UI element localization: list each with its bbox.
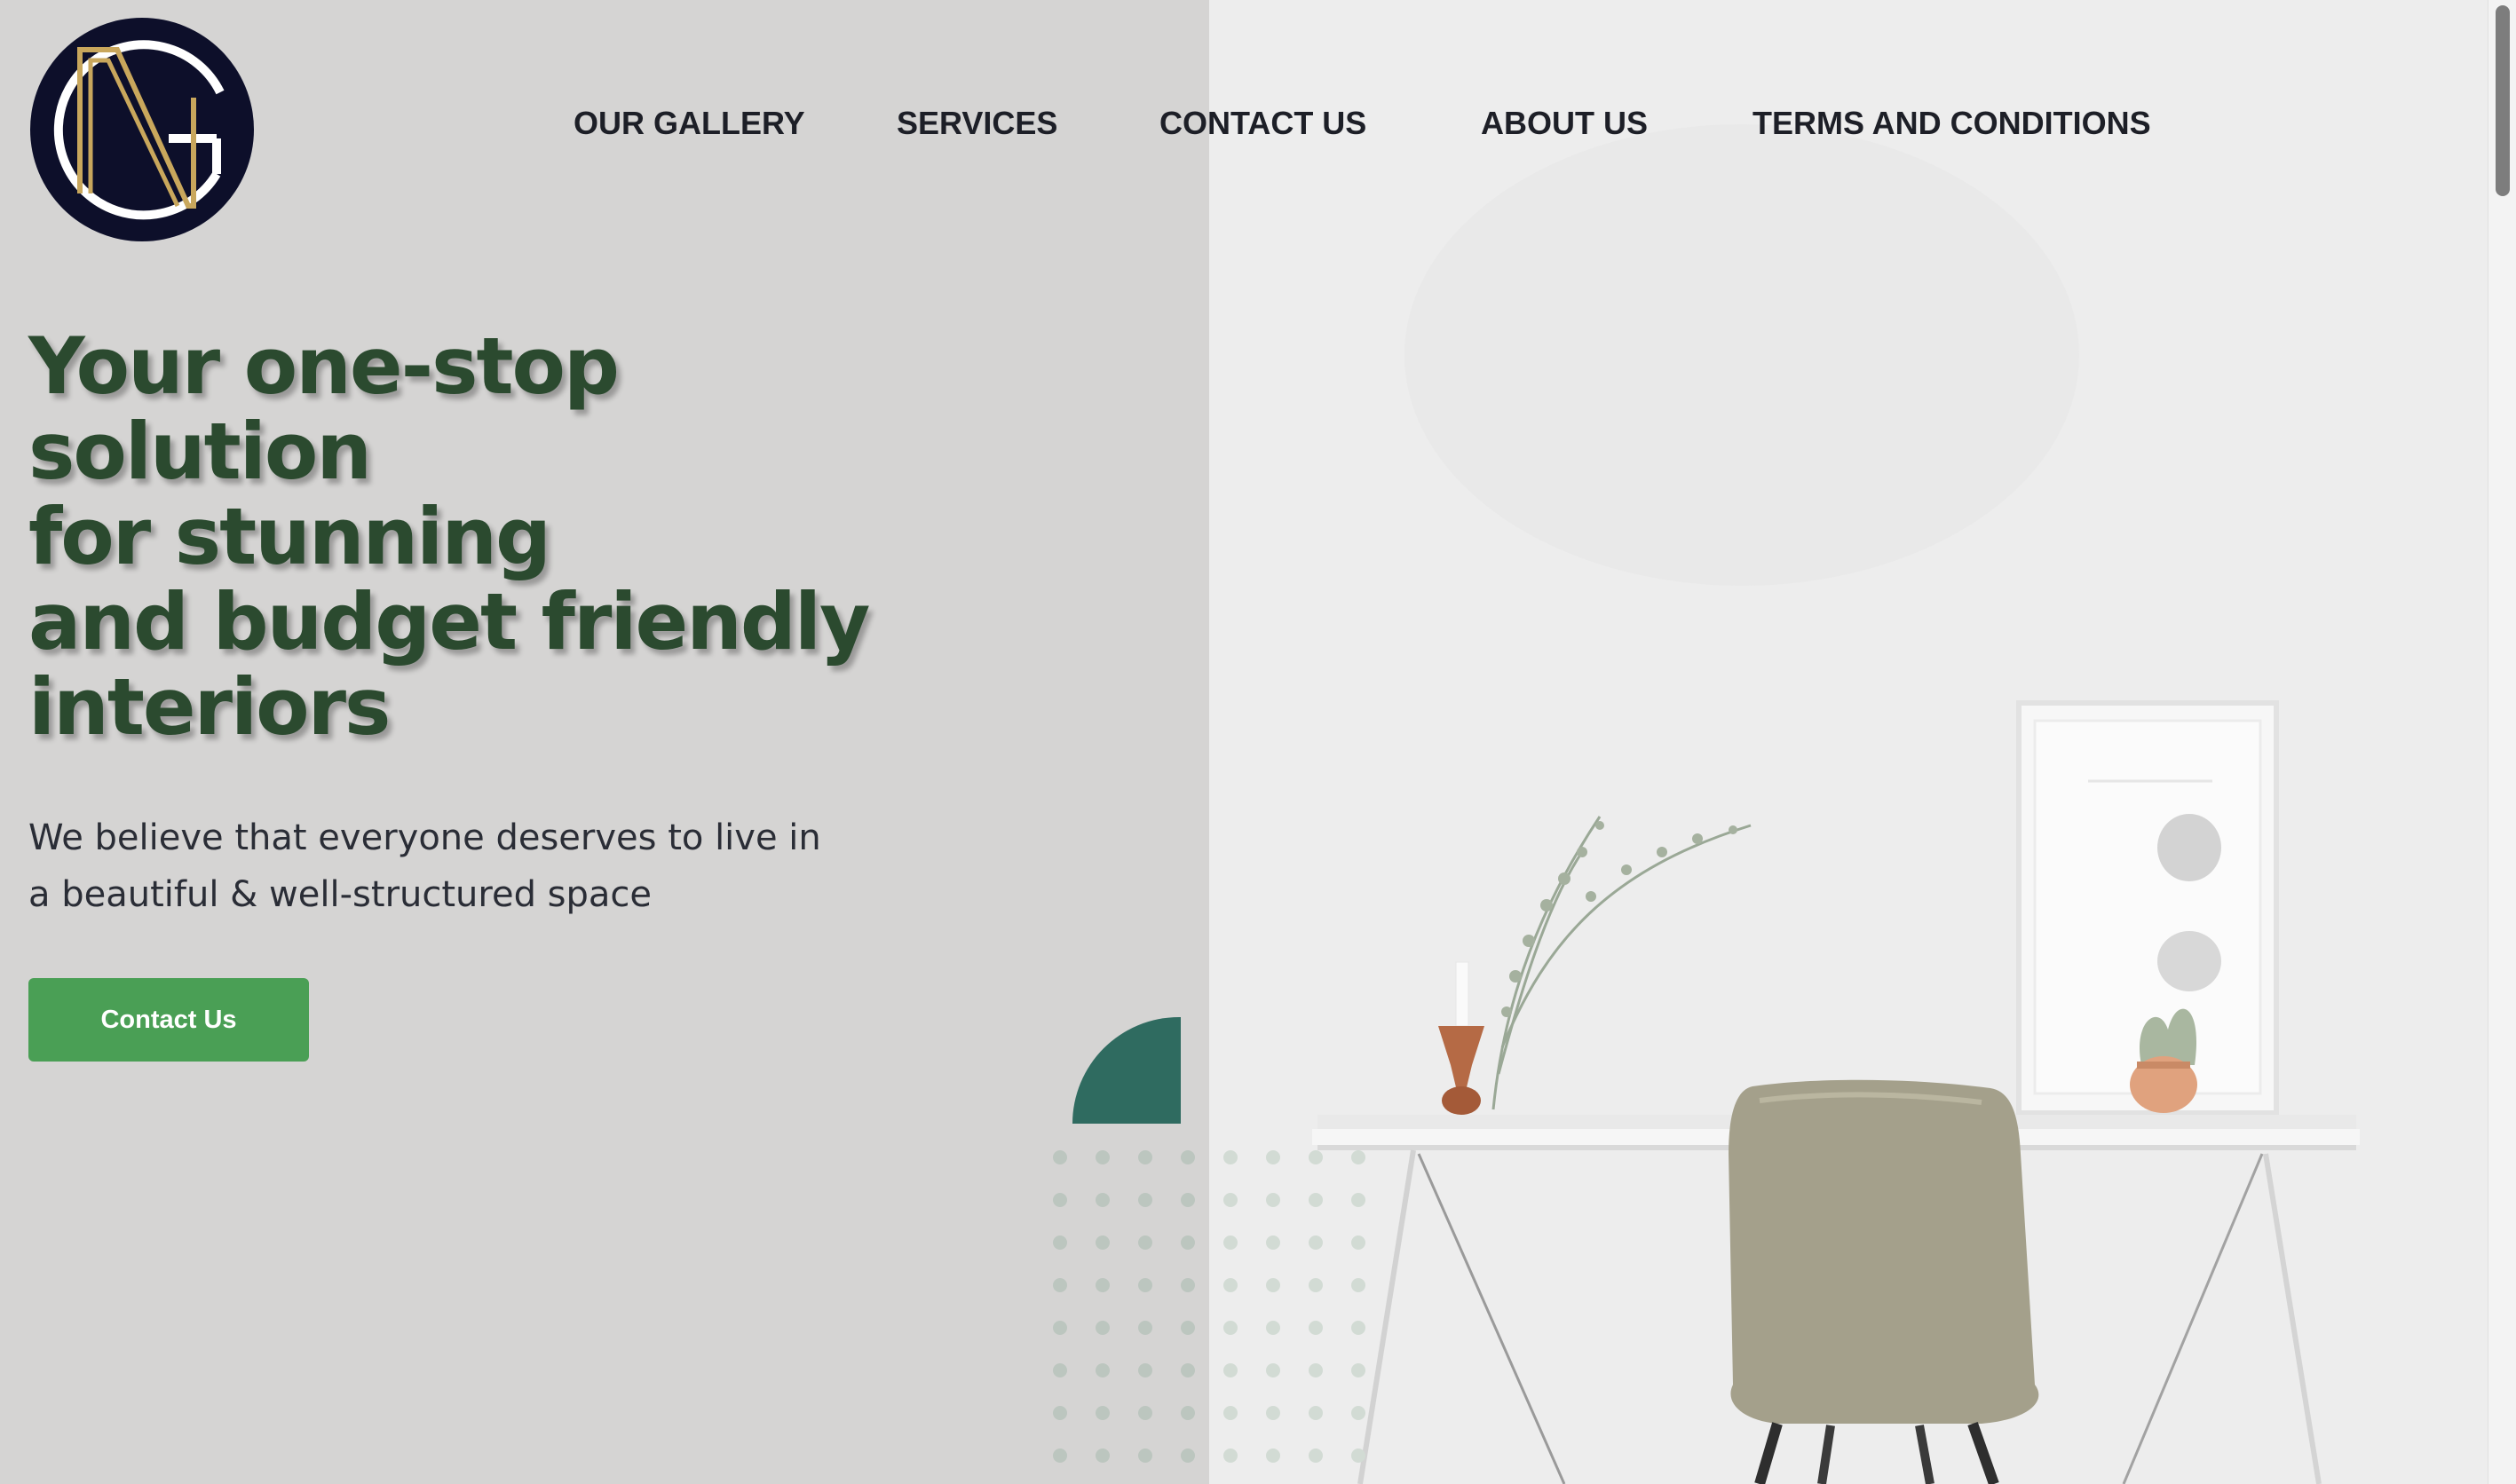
- hero-subtitle-line: We believe that everyone deserves to liv…: [28, 817, 821, 858]
- hero-heading-line: for stunning: [28, 491, 551, 582]
- hero-heading-line: and budget friendly: [28, 576, 870, 667]
- landing-page: OUR GALLERY SERVICES CONTACT US ABOUT US…: [0, 0, 2516, 1484]
- nav-terms-and-conditions[interactable]: TERMS AND CONDITIONS: [1752, 105, 2151, 142]
- contact-us-button[interactable]: Contact Us: [28, 978, 309, 1062]
- hero-heading: Your one-stop solution for stunning and …: [28, 324, 1005, 750]
- nav-contact-us[interactable]: CONTACT US: [1159, 105, 1366, 142]
- nav-our-gallery[interactable]: OUR GALLERY: [574, 105, 805, 142]
- hero-heading-line: solution: [28, 406, 372, 497]
- decorative-dot-grid: [1053, 1150, 1365, 1463]
- brand-logo-icon[interactable]: [28, 16, 256, 243]
- nav-services[interactable]: SERVICES: [897, 105, 1057, 142]
- hero-photo: [1209, 0, 2488, 1484]
- nav-about-us[interactable]: ABOUT US: [1481, 105, 1648, 142]
- hero-image-panel: [1209, 0, 2488, 1484]
- hero-heading-line: Your one-stop: [28, 320, 620, 412]
- page-scrollbar[interactable]: [2488, 0, 2516, 1484]
- hero-subtitle-line: a beautiful & well-structured space: [28, 874, 653, 915]
- hero-heading-line: interiors: [28, 661, 391, 753]
- scrollbar-thumb[interactable]: [2496, 5, 2510, 196]
- hero-subtitle: We believe that everyone deserves to liv…: [28, 809, 916, 923]
